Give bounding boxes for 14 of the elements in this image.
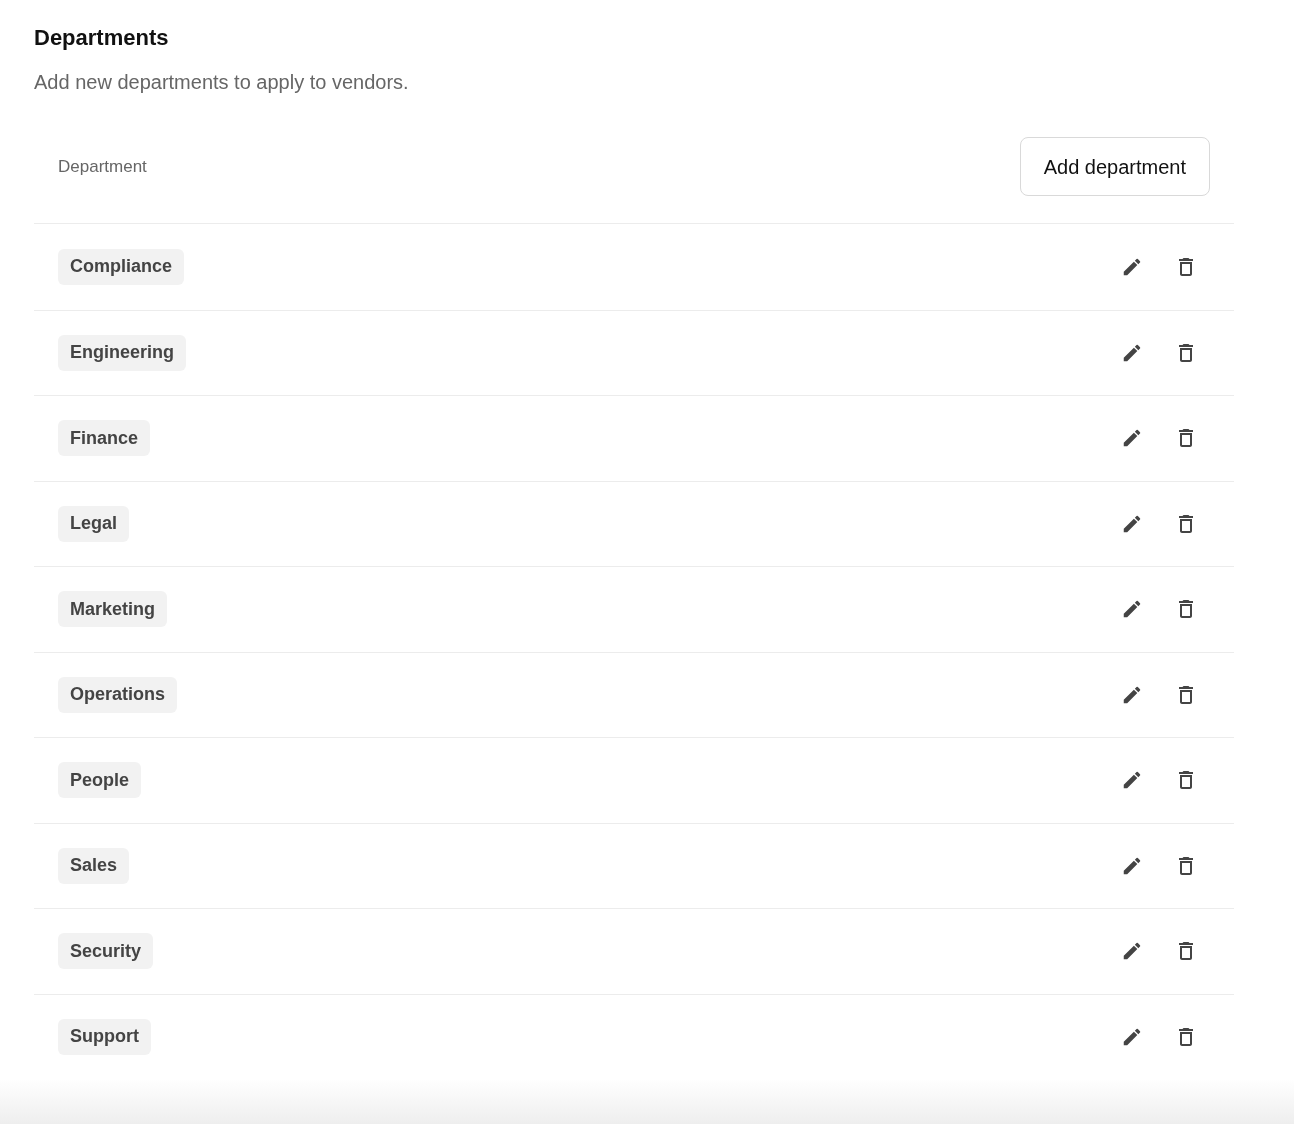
department-tag: People <box>58 762 142 799</box>
department-tag: Engineering <box>58 334 186 371</box>
column-header: Department <box>58 155 147 178</box>
department-tag: Compliance <box>58 248 185 285</box>
add-department-button[interactable]: Add department <box>1019 137 1210 196</box>
department-tag: Finance <box>58 420 151 457</box>
department-tag: Security <box>58 933 154 970</box>
department-tag: Marketing <box>58 591 168 628</box>
department-tag: Legal <box>58 505 129 542</box>
department-tag: Operations <box>58 676 178 713</box>
section-description: Add new departments to apply to vendors. <box>34 70 409 95</box>
section-title: Departments <box>34 24 169 52</box>
department-tag: Support <box>58 1018 151 1055</box>
department-tag: Sales <box>58 847 130 884</box>
